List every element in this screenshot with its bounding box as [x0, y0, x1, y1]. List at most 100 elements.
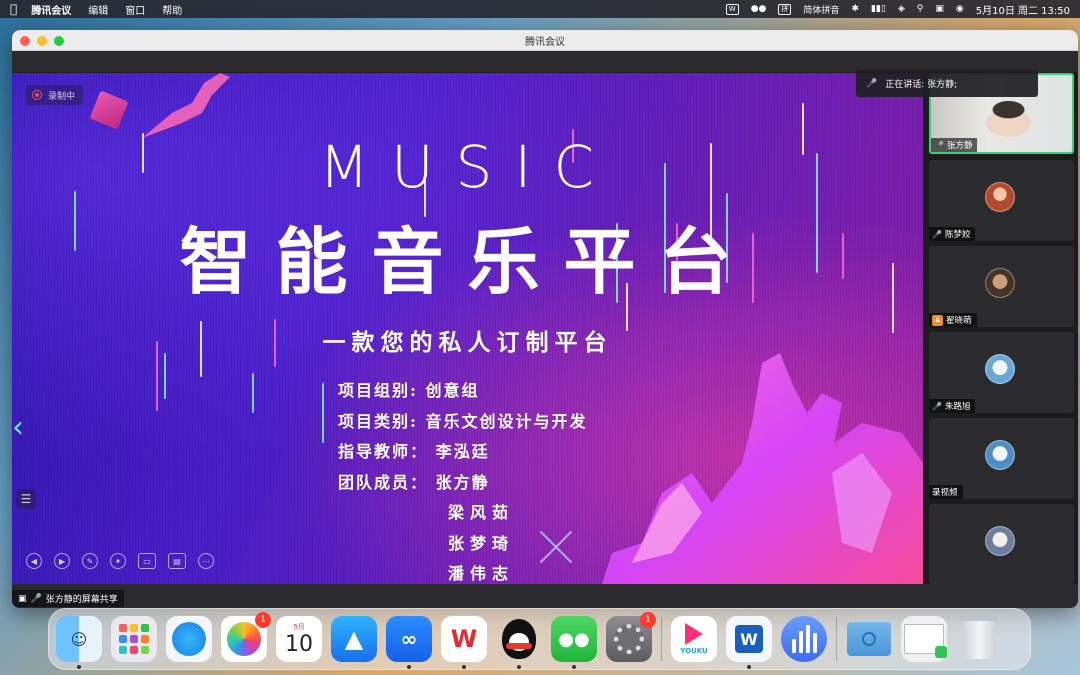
calendar-day: 10 — [285, 632, 313, 657]
dancers-silhouette — [602, 353, 923, 584]
recording-icon — [32, 90, 42, 100]
participant-name: 张方静 — [946, 141, 973, 151]
avatar — [985, 182, 1015, 212]
recent-window-preview-icon[interactable] — [901, 616, 947, 662]
participant-tile[interactable]: ♟ 翟晓萌 — [929, 246, 1074, 327]
pen-icon[interactable]: ✎ — [82, 553, 98, 569]
menu-app-name[interactable]: 腾讯会议 — [31, 2, 71, 17]
participant-name: 朱路旭 — [944, 402, 971, 412]
running-indicator — [747, 665, 751, 669]
previous-page-arrow-icon[interactable]: ‹ — [12, 413, 28, 443]
input-method-label[interactable]: 简体拼音 — [803, 3, 839, 16]
user-icon: ♟ — [932, 314, 943, 326]
photos-icon[interactable]: 1 — [221, 612, 271, 662]
participant-name: 翟晓萌 — [946, 316, 972, 326]
menu-help[interactable]: 帮助 — [162, 2, 182, 17]
window-titlebar[interactable]: 腾讯会议 — [12, 30, 1078, 51]
info-row-advisor: 指导教师： 李泓廷 — [338, 442, 490, 461]
control-center-icon[interactable]: ▣ — [935, 4, 944, 14]
safari-icon[interactable] — [166, 616, 212, 662]
close-window-button[interactable] — [20, 36, 30, 46]
info-row-members: 团队成员： 张方静 — [338, 472, 490, 492]
traffic-lights — [20, 36, 64, 46]
next-slide-icon[interactable]: ▶ — [54, 553, 70, 569]
input-method-icon[interactable]: 拼 — [778, 3, 792, 15]
wechat-status-icon[interactable]: ●● — [751, 4, 767, 14]
apple-icon[interactable]:  — [10, 2, 17, 16]
trash-icon[interactable] — [956, 616, 1002, 662]
participants-panel: 🎤 张方静 🎤 陈梦姣 ♟ 翟晓萌 🎤 朱路旭 录视频 — [923, 73, 1078, 584]
menu-window[interactable]: 窗口 — [125, 2, 145, 17]
slide-heading-en: MUSIC — [319, 133, 616, 201]
calendar-icon[interactable]: 5月 10 — [276, 616, 322, 662]
avatar — [985, 354, 1015, 384]
launchpad-icon[interactable] — [111, 616, 157, 662]
participant-tile[interactable]: 🎤 陈梦姣 — [929, 160, 1074, 241]
active-speaker-indicator: 🎤 正在讲话: 张方静; — [856, 70, 1038, 97]
info-row-category: 项目类别: 音乐文创设计与开发 — [338, 411, 588, 431]
dock: ☺ 1 5月 10 ▲ ∞ W ●● 1 YOUKU W — [48, 608, 1031, 670]
participant-tile[interactable] — [929, 504, 1074, 584]
laser-pointer-icon[interactable]: ✦ — [110, 553, 126, 569]
launchpad-grid — [119, 624, 149, 654]
wps-status-icon[interactable]: W — [725, 3, 739, 15]
slide-list-icon[interactable]: ☰ — [16, 489, 36, 509]
wps-office-icon[interactable]: W — [441, 616, 487, 669]
menu-edit[interactable]: 编辑 — [88, 2, 108, 17]
participant-tile[interactable]: 录视频 — [929, 418, 1074, 499]
mic-on-icon: 🎤 — [934, 140, 944, 150]
participant-name: 陈梦姣 — [944, 230, 971, 240]
screen-share-icon: ▣ — [18, 593, 27, 604]
window-title: 腾讯会议 — [525, 36, 565, 48]
maximize-window-button[interactable] — [54, 36, 64, 46]
wechat-icon[interactable]: ●● — [551, 616, 597, 669]
active-speaker-text: 正在讲话: 张方静; — [885, 80, 958, 90]
app-store-icon[interactable]: ▲ — [331, 616, 377, 662]
more-icon[interactable]: ⋯ — [198, 553, 214, 569]
menubar-status: W ●● 拼 简体拼音 ✱ ▮▮▯ ◈ ⚲ ▣ ◉ 5月10日 周二 13:50 — [725, 2, 1070, 17]
voice-memo-app-icon[interactable] — [781, 616, 827, 662]
running-indicator — [77, 665, 81, 669]
meeting-window: 腾讯会议 录制中 MUSIC 智能音乐平台 一款您的私人订制平台 项目组别: 创… — [12, 30, 1078, 608]
meeting-top-strip — [12, 51, 1078, 72]
bluetooth-icon[interactable]: ✱ — [851, 4, 859, 14]
wifi-icon[interactable]: ◈ — [898, 4, 905, 14]
running-indicator — [407, 665, 411, 669]
participant-name-tag: 🎤 张方静 — [931, 138, 978, 152]
recording-badge[interactable]: 录制中 — [26, 85, 84, 105]
running-indicator — [462, 665, 466, 669]
running-indicator — [517, 665, 521, 669]
shared-screen-slide: 录制中 MUSIC 智能音乐平台 一款您的私人订制平台 项目组别: 创意组 项目… — [12, 73, 923, 584]
tencent-meeting-icon[interactable]: ∞ — [386, 616, 432, 669]
decor-cube — [89, 90, 129, 130]
youku-icon[interactable]: YOUKU — [671, 616, 717, 662]
decor-streak — [322, 383, 324, 443]
screen-share-text: 张方静的屏幕共享 — [45, 595, 118, 605]
decor-streak — [252, 373, 254, 413]
qq-icon[interactable] — [496, 616, 542, 669]
siri-icon[interactable]: ◉ — [956, 4, 964, 14]
prev-slide-icon[interactable]: ◀ — [26, 553, 42, 569]
microsoft-word-icon[interactable]: W — [726, 616, 772, 669]
minimize-window-button[interactable] — [37, 36, 47, 46]
info-row-group: 项目组别: 创意组 — [338, 381, 480, 400]
team-member: 梁风茹 — [448, 503, 515, 522]
battery-icon[interactable]: ▮▮▯ — [871, 4, 886, 14]
decor-x-mark — [538, 529, 574, 565]
participant-tile[interactable]: 🎤 朱路旭 — [929, 332, 1074, 413]
screen-share-label[interactable]: ▣ 🎤 张方静的屏幕共享 — [12, 590, 124, 607]
finder-icon[interactable]: ☺ — [56, 616, 102, 669]
menubar-clock[interactable]: 5月10日 周二 13:50 — [976, 2, 1070, 17]
speaker-mic-icon: 🎤 — [866, 78, 878, 89]
downloads-folder-icon[interactable] — [846, 616, 892, 662]
spotlight-search-icon[interactable]: ⚲ — [917, 4, 924, 14]
system-preferences-icon[interactable]: 1 — [606, 612, 656, 662]
dock-separator — [836, 617, 837, 661]
avatar — [985, 440, 1015, 470]
screen-icon[interactable]: ▭ — [138, 553, 156, 569]
dock-separator — [661, 617, 662, 661]
recording-label: 录制中 — [48, 91, 76, 102]
notification-badge: 1 — [640, 612, 656, 628]
subtitle-icon[interactable]: ▤ — [168, 553, 186, 569]
participant-name: 录视频 — [932, 488, 958, 498]
